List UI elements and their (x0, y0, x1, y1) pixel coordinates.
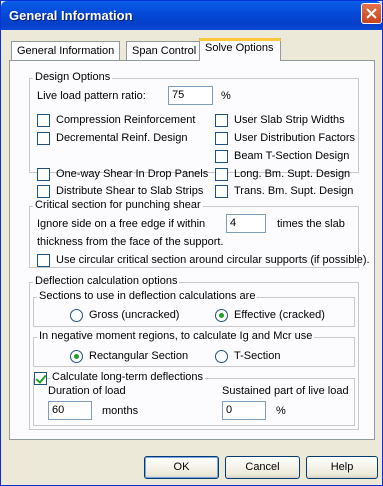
effective-label: Effective (cracked) (234, 309, 325, 321)
punching-shear-legend: Critical section for punching shear (33, 199, 203, 211)
tab-label: Span Control (132, 45, 197, 57)
oneway-shear-checkbox[interactable] (37, 168, 50, 181)
user-distribution-label: User Distribution Factors (234, 132, 356, 144)
times-slab-label: times the slab (277, 218, 345, 230)
dialog-window: General Information General Information … (0, 0, 383, 486)
gross-label: Gross (uncracked) (89, 309, 180, 321)
effective-radio[interactable] (215, 309, 228, 322)
sustained-input[interactable]: 0 (222, 401, 266, 420)
distribute-shear-label: Distribute Shear to Slab Strips (56, 185, 204, 197)
distribute-shear-checkbox[interactable] (37, 185, 50, 198)
sustained-label: Sustained part of live load (222, 385, 349, 397)
tsection-label: T-Section (234, 350, 281, 362)
tab-solve-options[interactable]: Solve Options (199, 38, 281, 61)
negative-moment-legend: In negative moment regions, to calculate… (37, 330, 315, 342)
sections-legend: Sections to use in deflection calculatio… (37, 290, 258, 302)
duration-input[interactable]: 60 (48, 401, 92, 420)
ignore-side-input[interactable]: 4 (226, 214, 266, 233)
decremental-reinf-checkbox[interactable] (37, 132, 50, 145)
compression-reinforcement-checkbox[interactable] (37, 114, 50, 127)
longterm-checkbox[interactable] (34, 372, 47, 385)
thickness-label: thickness from the face of the support. (37, 236, 224, 248)
window-title: General Information (9, 8, 133, 23)
cancel-button[interactable]: Cancel (225, 456, 300, 479)
rectangular-radio[interactable] (70, 350, 83, 363)
ignore-side-label: Ignore side on a free edge if within (37, 218, 206, 230)
trans-bm-checkbox[interactable] (215, 185, 228, 198)
user-slab-strip-checkbox[interactable] (215, 114, 228, 127)
compression-reinforcement-label: Compression Reinforcement (56, 114, 196, 126)
close-icon (366, 8, 377, 19)
long-bm-checkbox[interactable] (215, 168, 228, 181)
live-load-input[interactable]: 75 (168, 86, 213, 105)
live-load-label: Live load pattern ratio: (37, 90, 146, 102)
longterm-label: Calculate long-term deflections (50, 371, 206, 383)
circular-section-checkbox[interactable] (37, 254, 50, 267)
help-button[interactable]: Help (306, 456, 378, 479)
duration-unit: months (102, 405, 139, 417)
beam-tsection-label: Beam T-Section Design (234, 150, 350, 162)
circular-section-label: Use circular critical section around cir… (56, 254, 370, 266)
ok-button[interactable]: OK (144, 456, 219, 479)
decremental-reinf-label: Decremental Reinf. Design (56, 132, 188, 144)
user-slab-strip-label: User Slab Strip Widths (234, 114, 345, 126)
tab-label: Solve Options (205, 42, 274, 54)
oneway-shear-label: One-way Shear In Drop Panels (56, 168, 209, 180)
long-bm-label: Long. Bm. Supt. Design (234, 168, 351, 180)
trans-bm-label: Trans. Bm. Supt. Design (234, 185, 354, 197)
sustained-unit: % (276, 405, 286, 417)
live-load-unit: % (221, 90, 231, 102)
button-bar: OK Cancel Help (1, 447, 382, 485)
close-button[interactable] (361, 3, 382, 24)
title-bar[interactable]: General Information (1, 1, 382, 30)
deflection-legend: Deflection calculation options (33, 275, 180, 287)
duration-label: Duration of load (48, 385, 126, 397)
design-options-legend: Design Options (33, 71, 113, 83)
user-distribution-checkbox[interactable] (215, 132, 228, 145)
tsection-radio[interactable] (215, 350, 228, 363)
rectangular-label: Rectangular Section (89, 350, 189, 362)
beam-tsection-checkbox[interactable] (215, 150, 228, 163)
tab-general-information[interactable]: General Information (11, 41, 121, 61)
solve-options-panel: Design Options Live load pattern ratio: … (9, 60, 375, 440)
gross-radio[interactable] (70, 309, 83, 322)
tab-label: General Information (17, 45, 115, 57)
tab-span-control[interactable]: Span Control (126, 41, 203, 61)
